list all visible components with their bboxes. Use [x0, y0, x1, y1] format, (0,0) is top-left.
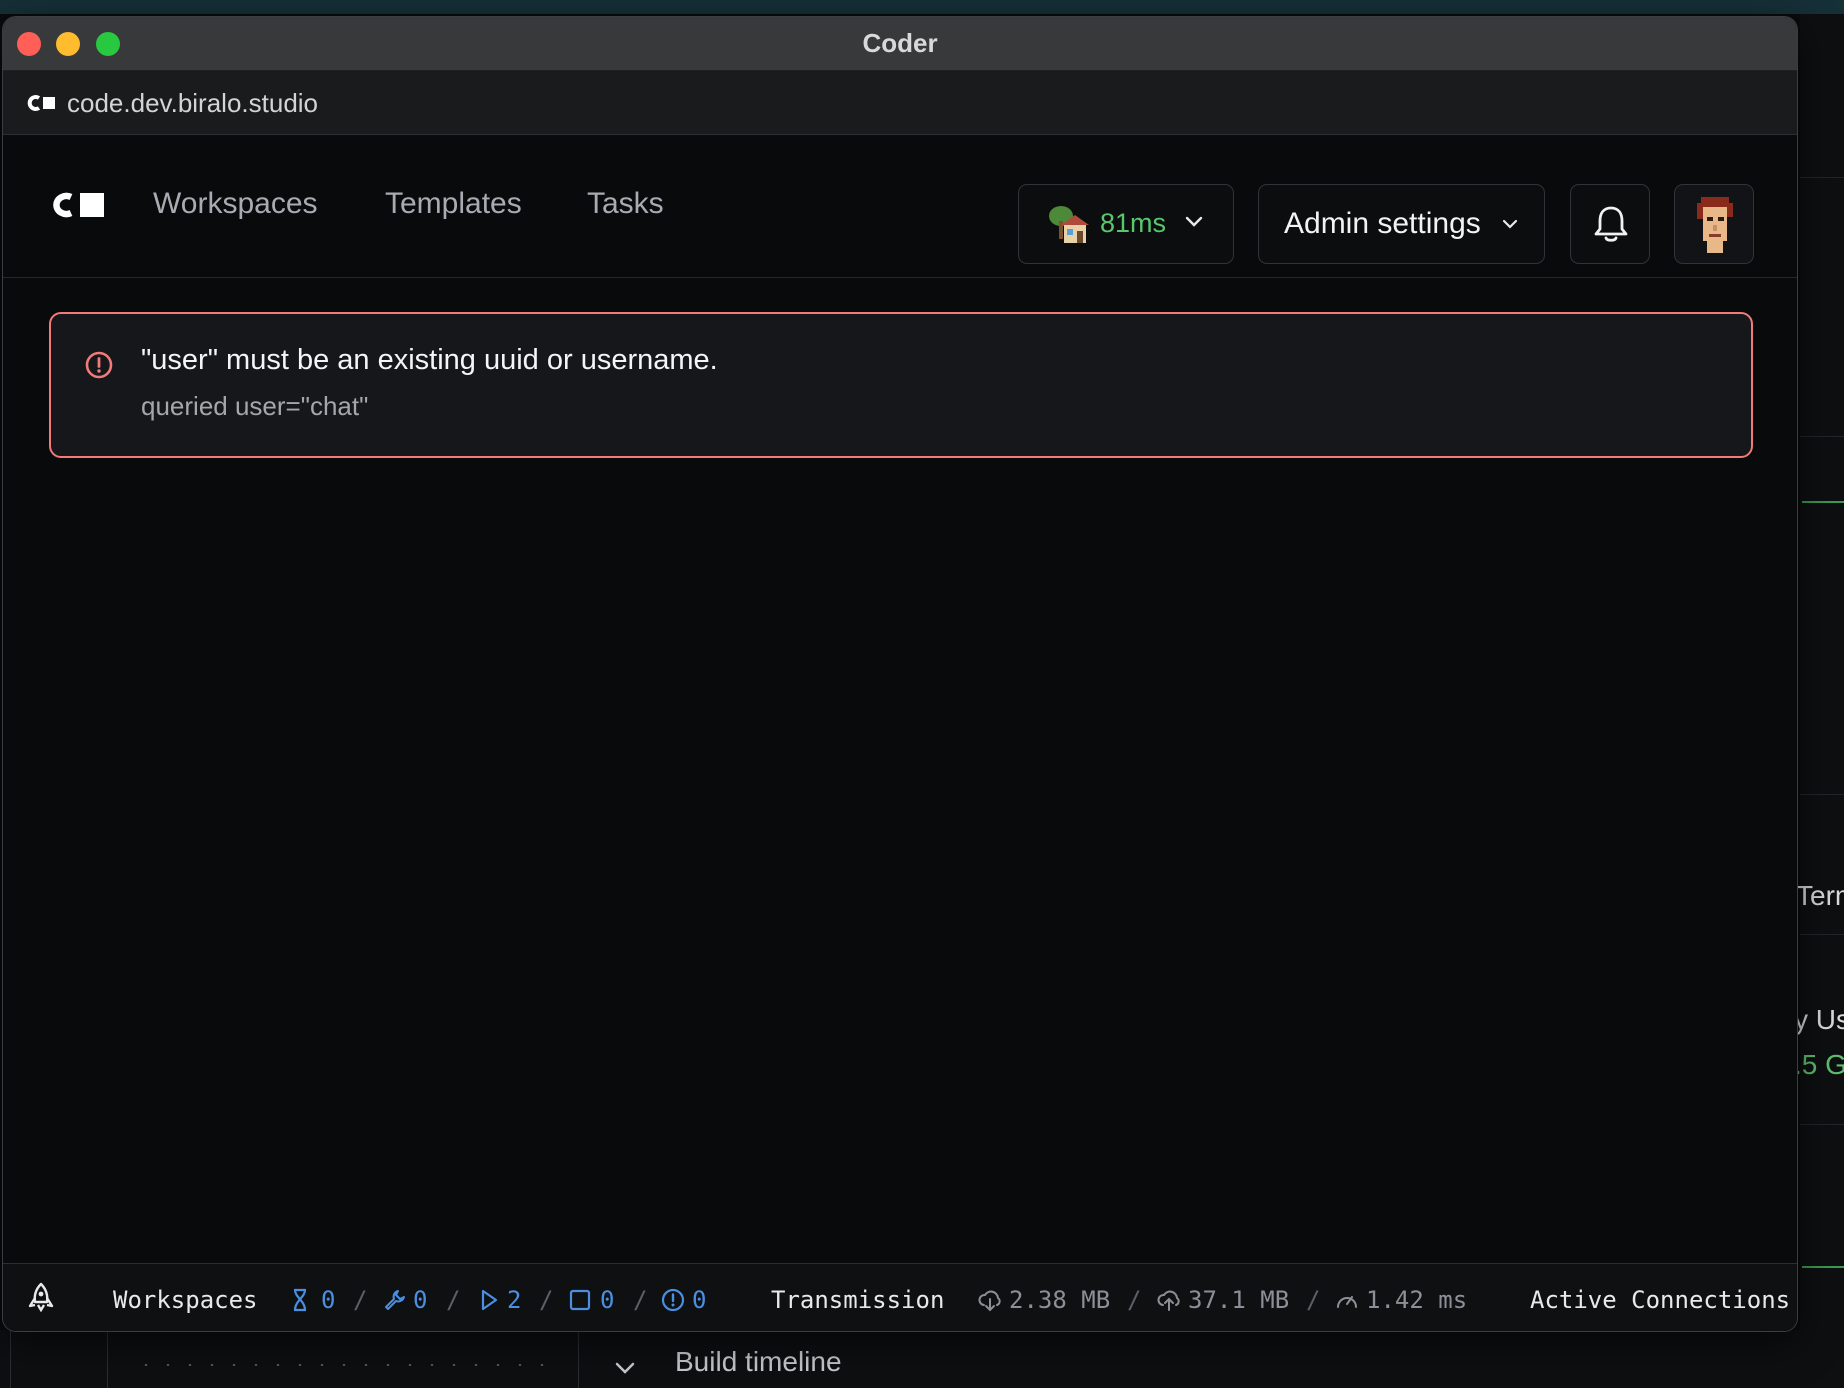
gauge-icon — [1337, 1296, 1357, 1308]
latency-value: 81ms — [1100, 208, 1167, 238]
rocket-icon[interactable] — [28, 1282, 54, 1312]
bell-icon — [1594, 206, 1628, 242]
error-alert: "user" must be an existing uuid or usern… — [49, 312, 1753, 458]
background-terminal-text: Term — [1796, 880, 1844, 911]
user-avatar-button[interactable] — [1674, 184, 1754, 264]
url-text[interactable]: code.dev.biralo.studio — [67, 88, 318, 119]
nav-templates-link[interactable]: Templates — [385, 187, 522, 221]
wrench-icon — [385, 1290, 405, 1310]
background-dotted-line — [135, 1364, 555, 1366]
nav-tasks-link[interactable]: Tasks — [587, 187, 664, 221]
status-stopped-count[interactable]: 0 — [600, 1286, 614, 1314]
cloud-upload-icon — [1157, 1290, 1180, 1311]
status-running-count[interactable]: 2 — [507, 1286, 521, 1314]
chevron-down-icon — [615, 1362, 635, 1374]
status-pending-count[interactable]: 0 — [321, 1286, 335, 1314]
status-transmission-label: Transmission — [771, 1286, 945, 1314]
nav-workspaces-link[interactable]: Workspaces — [153, 187, 318, 221]
region-house-icon — [1049, 206, 1089, 243]
coder-window: Coder code.dev.biralo.studio Workspaces … — [2, 16, 1798, 1332]
chevron-down-icon — [1502, 219, 1518, 229]
deployment-status-bar: Workspaces 0 / 0 / 2 / 0 / 0 Transmissio… — [3, 1263, 1797, 1331]
status-upload-value: 37.1 MB — [1188, 1286, 1290, 1314]
window-title: Coder — [862, 28, 938, 58]
error-detail: queried user="chat" — [141, 391, 369, 421]
hourglass-icon — [293, 1288, 307, 1312]
status-failed-count[interactable]: 0 — [692, 1286, 706, 1314]
background-top-strip — [0, 0, 1844, 14]
cloud-download-icon — [978, 1290, 1001, 1312]
background-bottom-panel: Build timeline — [0, 1330, 1844, 1388]
notifications-button[interactable] — [1570, 184, 1650, 264]
coder-logo-icon[interactable] — [49, 190, 107, 220]
avatar-icon — [1697, 197, 1733, 253]
stop-square-icon — [569, 1289, 591, 1311]
background-right-panel: Term y Us .5 G — [1794, 14, 1844, 1388]
status-download-value: 2.38 MB — [1009, 1286, 1111, 1314]
status-workspaces-label: Workspaces — [113, 1286, 258, 1314]
coder-logo-icon — [27, 95, 55, 111]
status-active-connections-label: Active Connections — [1530, 1286, 1791, 1314]
alert-circle-icon — [661, 1288, 685, 1312]
chevron-down-icon — [1185, 216, 1203, 227]
error-circle-icon — [85, 351, 113, 379]
background-usage-text: y Us — [1794, 1004, 1844, 1035]
proxy-latency-button[interactable]: 81ms — [1018, 184, 1234, 264]
status-latency-value: 1.42 ms — [1366, 1286, 1468, 1314]
top-navigation: Workspaces Templates Tasks 81ms Admin se… — [3, 135, 1797, 278]
build-timeline-label: Build timeline — [675, 1346, 842, 1377]
admin-settings-button[interactable]: Admin settings — [1258, 184, 1545, 264]
admin-settings-label: Admin settings — [1284, 207, 1481, 240]
error-title: "user" must be an existing uuid or usern… — [141, 344, 718, 376]
url-bar: code.dev.biralo.studio — [3, 71, 1797, 135]
title-bar: Coder — [3, 17, 1797, 71]
status-building-count[interactable]: 0 — [413, 1286, 427, 1314]
background-usage-value: .5 G — [1794, 1049, 1844, 1080]
play-icon — [481, 1289, 498, 1311]
